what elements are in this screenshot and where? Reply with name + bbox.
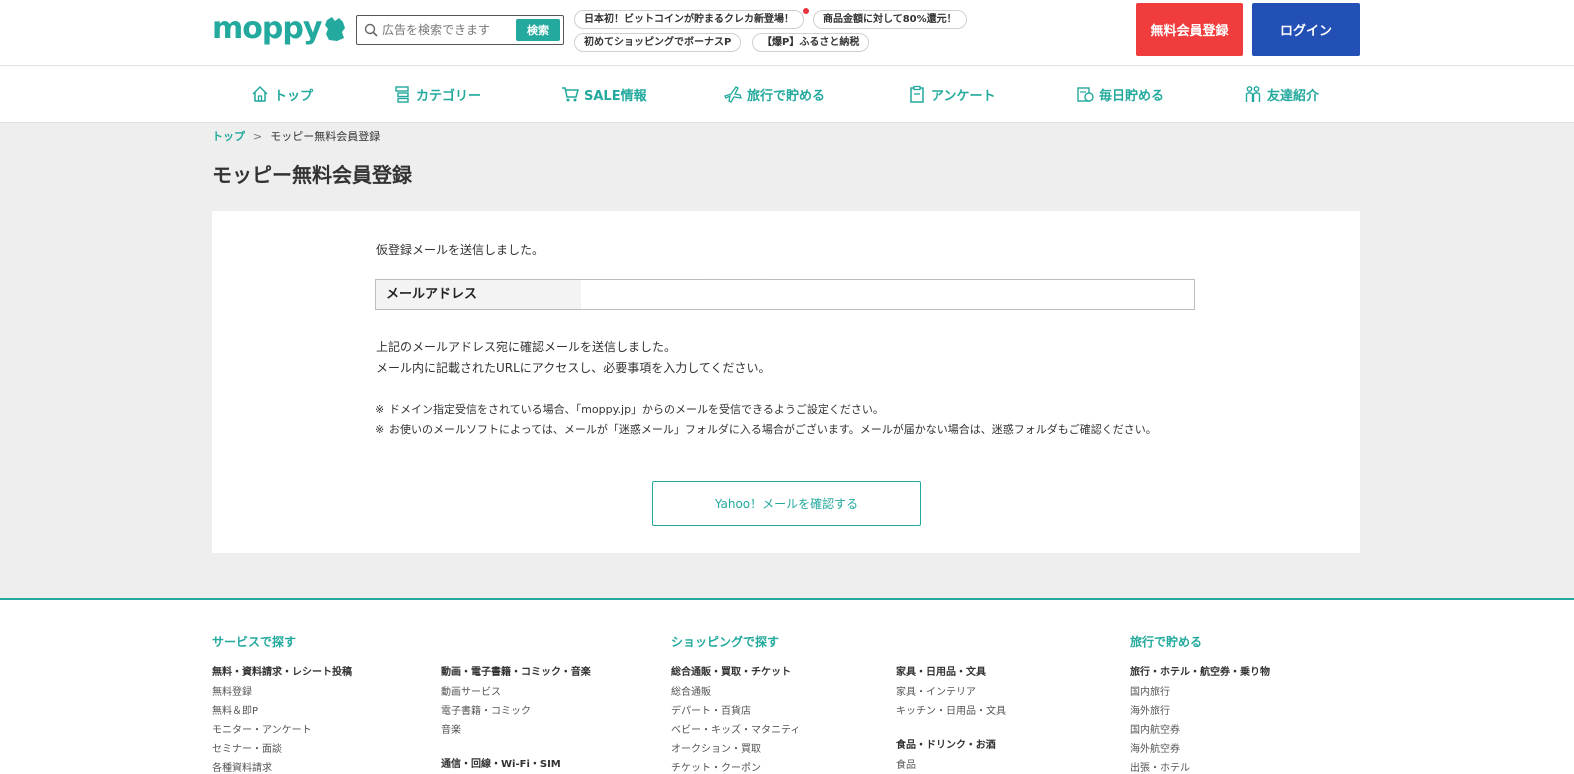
- footer-heading-shopping: ショッピングで探す: [671, 635, 780, 649]
- footer-link[interactable]: 総合通販: [671, 683, 711, 698]
- footer-link[interactable]: ベビー・キッズ・マタニティ: [671, 721, 800, 736]
- search-box: 検索: [356, 15, 564, 45]
- footer-link[interactable]: 動画サービス: [441, 683, 501, 698]
- email-row: メールアドレス: [375, 279, 1195, 310]
- note-mark: ※: [375, 423, 385, 436]
- site-footer: サービスで探す ショッピングで探す 旅行で貯める 無料・資料請求・レシート投稿 …: [0, 598, 1574, 774]
- divider: [578, 279, 1038, 280]
- footer-link[interactable]: 家具・インテリア: [896, 683, 976, 698]
- tag-first-shopping[interactable]: 初めてショッピングでボーナスP: [574, 33, 742, 52]
- footer-subheading[interactable]: 家具・日用品・文具: [896, 663, 986, 678]
- nav-category[interactable]: カテゴリー: [392, 82, 481, 106]
- chevron-right-icon: >: [253, 129, 263, 143]
- footer-link[interactable]: チケット・クーポン: [671, 759, 761, 774]
- tag-furusato[interactable]: 【爆P】ふるさと納税: [752, 33, 870, 52]
- message-text: 上記のメールアドレス宛に確認メールを送信しました。 メール内に記載されたURLに…: [376, 337, 771, 379]
- footer-subheading[interactable]: 食品・ドリンク・お酒: [896, 736, 996, 751]
- nav-survey[interactable]: アンケート: [907, 82, 995, 106]
- confirmation-card: 仮登録メールを送信しました。 メールアドレス 上記のメールアドレス宛に確認メール…: [212, 211, 1360, 553]
- footer-link[interactable]: 各種資料請求: [212, 759, 272, 774]
- breadcrumb-home[interactable]: トップ: [212, 128, 245, 144]
- nav-sale[interactable]: SALE情報: [560, 82, 647, 106]
- footer-link[interactable]: 海外旅行: [1130, 702, 1170, 717]
- page-title: モッピー無料会員登録: [212, 163, 412, 187]
- note-text: ドメイン指定受信をされている場合、「moppy.jp」からのメールを受信できるよ…: [389, 403, 884, 416]
- nav-label: 毎日貯める: [1099, 88, 1165, 104]
- main-content: トップ > モッピー無料会員登録 モッピー無料会員登録 仮登録メールを送信しまし…: [0, 123, 1574, 598]
- yahoo-mail-button[interactable]: Yahoo！メールを確認する: [652, 481, 921, 526]
- login-button[interactable]: ログイン: [1252, 3, 1360, 56]
- footer-subheading[interactable]: 旅行・ホテル・航空券・乗り物: [1130, 663, 1270, 678]
- nav-label: SALE情報: [584, 88, 647, 104]
- search-button[interactable]: 検索: [516, 19, 560, 41]
- tag-bitcoin-card[interactable]: 日本初！ビットコインが貯まるクレカ新登場！: [574, 10, 804, 29]
- footer-heading-service: サービスで探す: [212, 635, 297, 649]
- cart-icon: [562, 87, 579, 102]
- new-badge-dot: [803, 8, 809, 14]
- note-item: ※ お使いのメールソフトによっては、メールが「迷惑メール」フォルダに入る場合がご…: [375, 420, 1197, 440]
- message-line: 上記のメールアドレス宛に確認メールを送信しました。: [376, 340, 677, 354]
- email-label: メールアドレス: [376, 280, 581, 309]
- logo-text: moppy: [212, 11, 322, 46]
- footer-link[interactable]: 国内旅行: [1130, 683, 1170, 698]
- note-mark: ※: [375, 403, 385, 416]
- nav-daily[interactable]: 毎日貯める: [1075, 82, 1164, 106]
- global-nav: トップ カテゴリー SALE情報 旅行で貯める アンケート 毎日貯める 友達紹介: [0, 66, 1574, 123]
- footer-link[interactable]: 音楽: [441, 721, 461, 736]
- footer-link[interactable]: 電子書籍・コミック: [441, 702, 531, 717]
- nav-friends[interactable]: 友達紹介: [1243, 82, 1319, 106]
- notes-list: ※ ドメイン指定受信をされている場合、「moppy.jp」からのメールを受信でき…: [375, 400, 1197, 440]
- footer-subheading[interactable]: 動画・電子書籍・コミック・音楽: [441, 663, 591, 678]
- search-icon: [364, 23, 378, 37]
- tag-80-percent[interactable]: 商品金額に対して80%還元！: [813, 10, 967, 29]
- site-header: moppy 検索 日本初！ビットコインが貯まるクレカ新登場！ 商品金額に対して8…: [0, 0, 1574, 66]
- footer-link[interactable]: セミナー・面談: [212, 740, 282, 755]
- nav-label: 友達紹介: [1267, 88, 1320, 104]
- friends-icon: [1245, 86, 1261, 102]
- nav-top[interactable]: トップ: [250, 82, 313, 106]
- footer-subheading[interactable]: 無料・資料請求・レシート投稿: [212, 663, 352, 678]
- lead-text: 仮登録メールを送信しました。: [376, 243, 545, 257]
- footer-link[interactable]: オークション・買取: [671, 740, 761, 755]
- clipboard-icon: [910, 85, 924, 103]
- email-value: [581, 280, 1194, 309]
- footer-link[interactable]: キッチン・日用品・文具: [896, 702, 1006, 717]
- search-input[interactable]: [378, 17, 514, 43]
- footer-link[interactable]: 出張・ホテル: [1130, 759, 1190, 774]
- nav-label: 旅行で貯める: [747, 88, 826, 104]
- note-text: お使いのメールソフトによっては、メールが「迷惑メール」フォルダに入る場合がござい…: [389, 423, 1157, 436]
- nav-label: トップ: [274, 88, 314, 104]
- nav-travel[interactable]: 旅行で貯める: [723, 82, 825, 106]
- moppy-mascot-icon: [325, 17, 346, 41]
- footer-subheading[interactable]: 総合通販・買取・チケット: [671, 663, 791, 678]
- calendar-coin-icon: [1077, 87, 1094, 102]
- footer-link[interactable]: 国内航空券: [1130, 721, 1180, 736]
- footer-link[interactable]: 食品: [896, 756, 916, 771]
- register-button[interactable]: 無料会員登録: [1136, 3, 1243, 56]
- nav-label: カテゴリー: [416, 88, 482, 104]
- moppy-logo[interactable]: moppy: [212, 12, 347, 46]
- list-icon: [395, 86, 409, 103]
- plane-icon: [724, 86, 742, 103]
- footer-link[interactable]: 海外航空券: [1130, 740, 1180, 755]
- breadcrumb: トップ > モッピー無料会員登録: [212, 128, 380, 144]
- footer-link[interactable]: 無料＆即P: [212, 702, 258, 717]
- footer-link[interactable]: 無料登録: [212, 683, 252, 698]
- footer-link[interactable]: モニター・アンケート: [212, 721, 312, 736]
- footer-link[interactable]: デパート・百貨店: [671, 702, 751, 717]
- home-icon: [252, 85, 268, 102]
- nav-label: アンケート: [931, 88, 996, 104]
- footer-subheading[interactable]: 通信・回線・Wi-Fi・SIM: [441, 755, 561, 770]
- message-line: メール内に記載されたURLにアクセスし、必要事項を入力してください。: [376, 361, 771, 375]
- note-item: ※ ドメイン指定受信をされている場合、「moppy.jp」からのメールを受信でき…: [375, 400, 1197, 420]
- breadcrumb-current: モッピー無料会員登録: [270, 130, 381, 143]
- footer-heading-travel: 旅行で貯める: [1130, 635, 1203, 649]
